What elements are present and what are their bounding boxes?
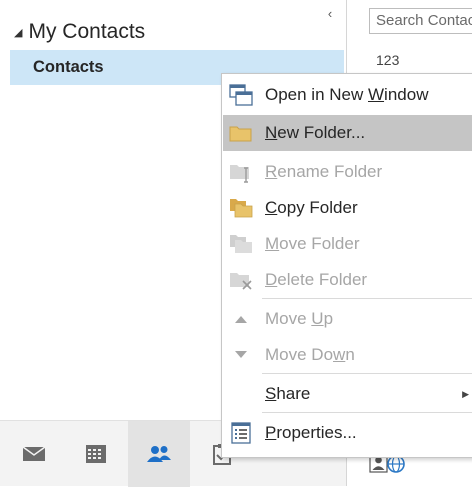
menu-item-label: New Folder... [265, 123, 366, 142]
chevron-left-icon: ‹ [327, 6, 333, 21]
rename-folder-icon [229, 161, 253, 183]
menu-item-rename-folder[interactable]: Rename Folder [223, 154, 472, 190]
folder-context-menu: Open in New Window New Folder... Rename … [221, 73, 472, 458]
group-title: My Contacts [28, 20, 146, 43]
folder-label: Contacts [33, 58, 104, 76]
index-label[interactable]: 123 [376, 52, 399, 68]
menu-item-label: Copy Folder [265, 198, 358, 217]
move-folder-icon [229, 233, 253, 255]
menu-item-share[interactable]: Share ▶ [223, 376, 472, 412]
menu-item-copy-folder[interactable]: Copy Folder [223, 190, 472, 226]
nav-people-button[interactable] [128, 421, 190, 487]
menu-item-move-down[interactable]: Move Down [223, 337, 472, 373]
delete-folder-icon [229, 269, 253, 291]
search-placeholder: Search Contacts [376, 12, 472, 29]
new-folder-icon [229, 122, 253, 144]
menu-item-label: Move Folder [265, 234, 360, 253]
search-contacts-input[interactable]: Search Contacts [369, 8, 472, 34]
properties-icon [229, 422, 253, 444]
move-down-icon [229, 344, 253, 366]
open-window-icon [229, 84, 253, 106]
menu-item-properties[interactable]: Properties... [223, 415, 472, 451]
envelope-icon [22, 446, 46, 461]
menu-separator [262, 373, 472, 374]
submenu-arrow-icon: ▶ [462, 388, 469, 399]
calendar-icon [86, 445, 106, 463]
menu-item-new-folder[interactable]: New Folder... [223, 115, 472, 151]
menu-item-delete-folder[interactable]: Delete Folder [223, 262, 472, 298]
menu-item-move-folder[interactable]: Move Folder [223, 226, 472, 262]
menu-item-label: Properties... [265, 423, 357, 442]
menu-item-label: Open in New Window [265, 85, 429, 104]
move-up-icon [229, 308, 253, 330]
menu-item-label: Move Down [265, 345, 355, 364]
people-icon [147, 446, 171, 462]
menu-item-label: Delete Folder [265, 270, 368, 289]
triangle-expanded-icon: ◢ [14, 26, 23, 39]
group-header-my-contacts[interactable]: ◢ My Contacts [14, 18, 145, 46]
menu-separator [262, 298, 472, 299]
copy-folder-icon [229, 197, 253, 219]
menu-item-label: Rename Folder [265, 162, 383, 181]
menu-separator [262, 412, 472, 413]
nav-calendar-button[interactable] [65, 421, 127, 487]
menu-item-move-up[interactable]: Move Up [223, 301, 472, 337]
menu-item-label: Move Up [265, 309, 334, 328]
nav-mail-button[interactable] [3, 421, 65, 487]
menu-item-open-in-new-window[interactable]: Open in New Window [223, 77, 472, 113]
menu-item-label: Share [265, 384, 311, 403]
collapse-pane-button[interactable]: ‹ [322, 6, 338, 22]
